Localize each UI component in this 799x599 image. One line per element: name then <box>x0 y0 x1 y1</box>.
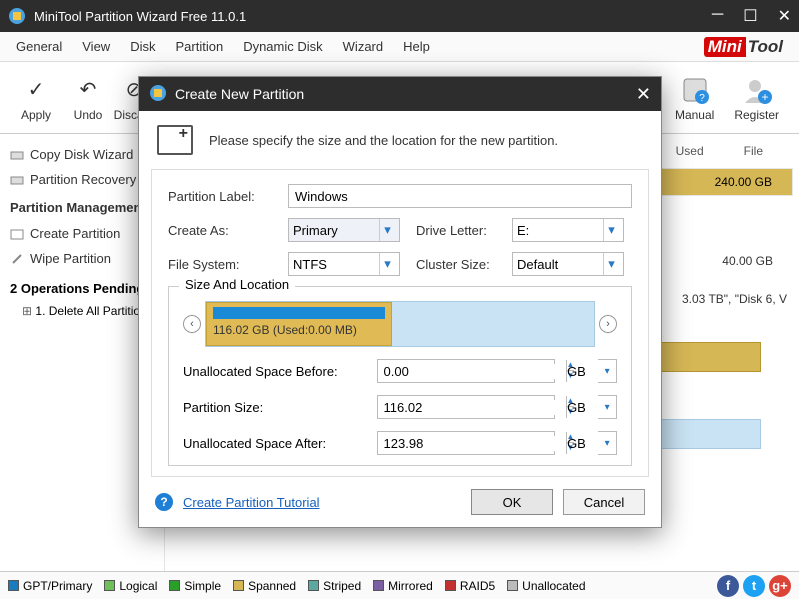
menu-help[interactable]: Help <box>393 35 440 58</box>
legend-unallocated: Unallocated <box>507 579 585 593</box>
undo-button[interactable]: ↶ Undo <box>62 70 114 126</box>
window-titlebar: MiniTool Partition Wizard Free 11.0.1 ─ … <box>0 0 799 32</box>
footer: GPT/Primary Logical Simple Spanned Strip… <box>0 571 799 599</box>
partition-label-label: Partition Label: <box>168 189 280 204</box>
close-button[interactable]: ✕ <box>778 6 791 26</box>
slider-label: 116.02 GB (Used:0.00 MB) <box>207 319 391 337</box>
check-icon: ✓ <box>20 74 52 106</box>
legend-simple: Simple <box>169 579 221 593</box>
chevron-down-icon: ▾ <box>603 219 619 241</box>
menu-disk[interactable]: Disk <box>120 35 165 58</box>
sidebar-wipe-partition[interactable]: Wipe Partition <box>6 246 158 271</box>
menu-partition[interactable]: Partition <box>165 35 233 58</box>
manual-icon: ? <box>679 74 711 106</box>
partition-plus-icon <box>157 125 193 155</box>
col-used: Used <box>676 144 704 158</box>
create-icon <box>10 227 24 241</box>
sidebar-copy-disk[interactable]: Copy Disk Wizard <box>6 142 158 167</box>
cluster-size-select[interactable]: Default▾ <box>512 252 624 276</box>
twitter-icon[interactable]: t <box>743 575 765 597</box>
disk-copy-icon <box>10 148 24 162</box>
file-system-label: File System: <box>168 257 280 272</box>
menu-dynamic-disk[interactable]: Dynamic Disk <box>233 35 332 58</box>
register-button[interactable]: + Register <box>724 70 789 126</box>
menubar: General View Disk Partition Dynamic Disk… <box>0 32 799 62</box>
unit-select[interactable]: ▾ <box>598 431 617 455</box>
space-after-label: Unallocated Space After: <box>183 436 369 451</box>
facebook-icon[interactable]: f <box>717 575 739 597</box>
drive-letter-label: Drive Letter: <box>408 223 504 238</box>
unit-label: GB <box>563 400 591 415</box>
unit-select[interactable]: ▾ <box>598 359 617 383</box>
apply-button[interactable]: ✓ Apply <box>10 70 62 126</box>
unit-select[interactable]: ▾ <box>598 395 617 419</box>
ok-button[interactable]: OK <box>471 489 553 515</box>
tutorial-link[interactable]: Create Partition Tutorial <box>183 495 320 510</box>
drive-letter-select[interactable]: E:▾ <box>512 218 624 242</box>
legend-spanned: Spanned <box>233 579 296 593</box>
register-icon: + <box>741 74 773 106</box>
dialog-title: Create New Partition <box>175 86 304 102</box>
app-icon <box>8 7 26 25</box>
manual-button[interactable]: ? Manual <box>665 70 724 126</box>
chevron-down-icon: ▾ <box>603 253 619 275</box>
cancel-button[interactable]: Cancel <box>563 489 645 515</box>
chevron-down-icon: ▾ <box>379 253 395 275</box>
sidebar-create-partition[interactable]: Create Partition <box>6 221 158 246</box>
slider-right-button[interactable]: › <box>599 315 617 333</box>
menu-view[interactable]: View <box>72 35 120 58</box>
file-system-select[interactable]: NTFS▾ <box>288 252 400 276</box>
cluster-size-label: Cluster Size: <box>408 257 504 272</box>
dialog-icon <box>149 84 167 105</box>
slider-left-button[interactable]: ‹ <box>183 315 201 333</box>
partition-slider[interactable]: 116.02 GB (Used:0.00 MB) <box>205 301 595 347</box>
maximize-button[interactable]: ☐ <box>743 6 757 26</box>
dialog-titlebar: Create New Partition ✕ <box>139 77 661 111</box>
svg-text:?: ? <box>699 93 705 104</box>
sidebar-section-pm: Partition Management <box>6 192 158 221</box>
sidebar-partition-recovery[interactable]: Partition Recovery <box>6 167 158 192</box>
partition-size-input[interactable]: ▲▼ <box>377 395 555 419</box>
googleplus-icon[interactable]: g+ <box>769 575 791 597</box>
legend-raid5: RAID5 <box>445 579 495 593</box>
dialog-subtitle: Please specify the size and the location… <box>209 133 558 148</box>
menu-wizard[interactable]: Wizard <box>333 35 393 58</box>
create-as-label: Create As: <box>168 223 280 238</box>
space-before-input[interactable]: ▲▼ <box>377 359 555 383</box>
dialog-close-button[interactable]: ✕ <box>636 84 651 105</box>
svg-text:+: + <box>761 90 768 104</box>
legend-striped: Striped <box>308 579 361 593</box>
legend-gpt: GPT/Primary <box>8 579 92 593</box>
legend-mirrored: Mirrored <box>373 579 433 593</box>
legend-logical: Logical <box>104 579 157 593</box>
partition-label-input[interactable] <box>288 184 632 208</box>
unit-label: GB <box>563 436 591 451</box>
menu-general[interactable]: General <box>6 35 72 58</box>
unit-label: GB <box>563 364 591 379</box>
brand-logo: Mini Tool <box>704 33 793 61</box>
size-location-legend: Size And Location <box>179 277 295 292</box>
col-file: File <box>744 144 763 158</box>
create-as-select[interactable]: Primary▾ <box>288 218 400 242</box>
help-icon[interactable]: ? <box>155 493 173 511</box>
partition-size-label: Partition Size: <box>183 400 369 415</box>
undo-icon: ↶ <box>72 74 104 106</box>
window-title: MiniTool Partition Wizard Free 11.0.1 <box>34 9 246 24</box>
size-location-fieldset: Size And Location ‹ 116.02 GB (Used:0.00… <box>168 286 632 466</box>
chevron-down-icon: ▾ <box>379 219 395 241</box>
minimize-button[interactable]: ─ <box>712 6 723 26</box>
used-bar <box>213 307 385 319</box>
dialog-header: Please specify the size and the location… <box>139 111 661 169</box>
sidebar-pending-item[interactable]: 1. Delete All Partitions <box>6 300 158 322</box>
space-before-label: Unallocated Space Before: <box>183 364 369 379</box>
disk-recover-icon <box>10 173 24 187</box>
wipe-icon <box>10 252 24 266</box>
space-after-input[interactable]: ▲▼ <box>377 431 555 455</box>
slider-fill[interactable]: 116.02 GB (Used:0.00 MB) <box>206 302 392 346</box>
sidebar-pending-header: 2 Operations Pending <box>6 271 158 300</box>
create-partition-dialog: Create New Partition ✕ Please specify th… <box>138 76 662 528</box>
